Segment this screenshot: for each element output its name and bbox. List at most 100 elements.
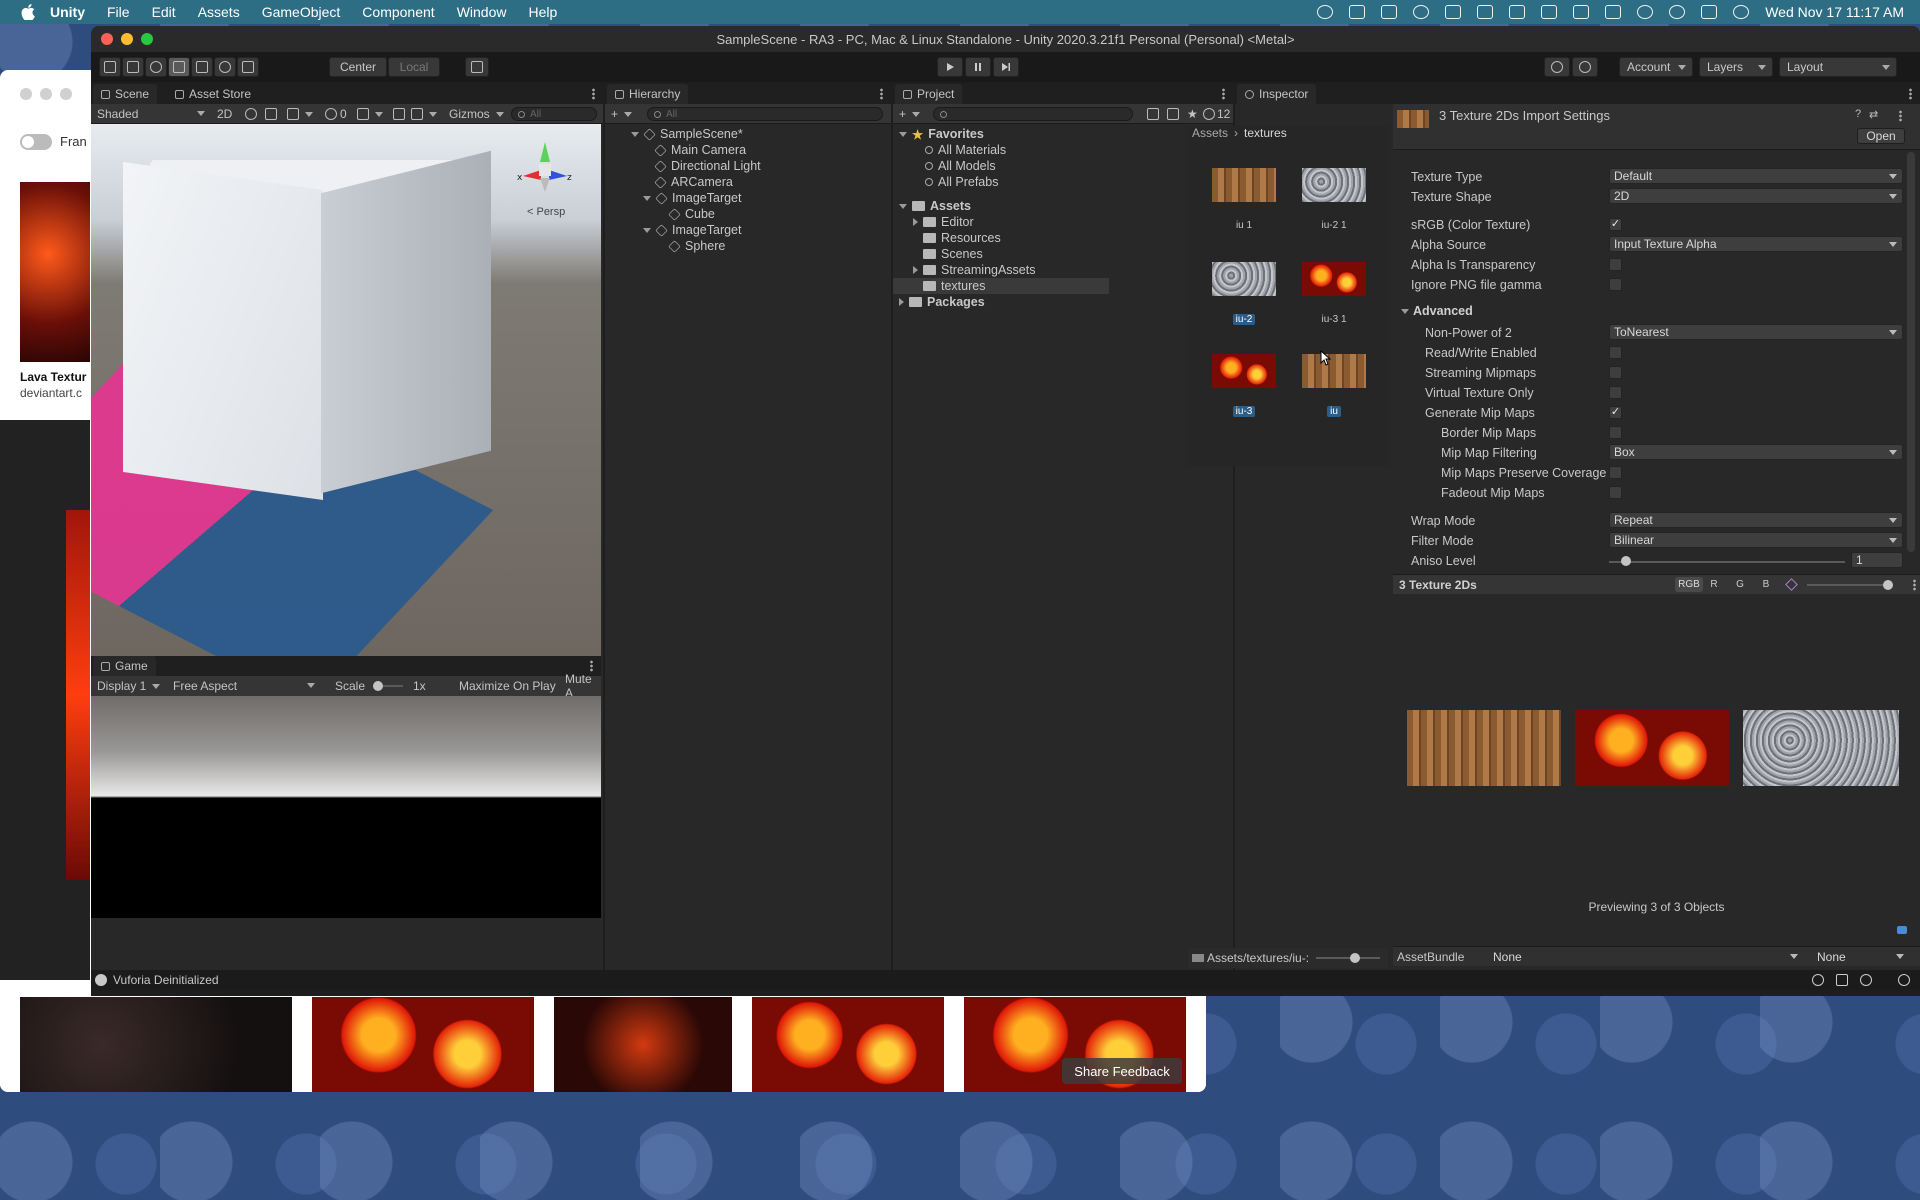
mute-audio-toggle[interactable]: Mute A [561, 672, 601, 700]
ignore-png-gamma-checkbox[interactable] [1609, 278, 1622, 291]
transform-tool-button[interactable] [214, 57, 236, 77]
tab-project[interactable]: Project [895, 84, 963, 104]
game-options-icon[interactable] [590, 660, 593, 672]
texture-thumbnail-iu-3-1[interactable] [1302, 262, 1366, 296]
zoom-window-button[interactable] [141, 33, 153, 45]
tag-icon[interactable] [1897, 926, 1907, 934]
fold-open-icon[interactable] [631, 131, 639, 137]
project-options-icon[interactable] [1222, 88, 1225, 100]
lava-texture-image[interactable] [20, 182, 90, 362]
time-machine-icon[interactable] [1413, 5, 1430, 19]
close-window-button[interactable] [101, 33, 113, 45]
layout-dropdown[interactable]: Layout [1779, 57, 1897, 77]
wifi-off-icon[interactable] [1541, 5, 1558, 19]
folder-streamingassets[interactable]: StreamingAssets [913, 262, 1035, 278]
menu-clock[interactable]: Wed Nov 17 11:17 AM [1765, 4, 1904, 20]
assetbundle-variant-dropdown[interactable]: None [1813, 949, 1909, 965]
scene-viewport[interactable]: x z < Persp [91, 124, 601, 656]
hierarchy-item-main-camera[interactable]: Main Camera [654, 142, 746, 158]
alpha-source-dropdown[interactable]: Input Texture Alpha [1609, 236, 1903, 252]
preserve-coverage-checkbox[interactable] [1609, 466, 1622, 479]
project-create-dropdown[interactable]: + [895, 106, 924, 122]
channel-g-button[interactable]: G [1731, 577, 1749, 592]
effects-dropdown[interactable] [283, 106, 317, 122]
fold-closed-icon[interactable] [899, 298, 904, 306]
mip-level-slider[interactable] [1807, 584, 1893, 586]
folder-editor[interactable]: Editor [913, 214, 974, 230]
wifi-icon[interactable] [1605, 5, 1622, 19]
texture-thumbnail-iu-2[interactable] [1212, 262, 1276, 296]
unity-hub-icon[interactable] [1349, 5, 1366, 19]
search-by-type-button[interactable] [1143, 106, 1163, 122]
pause-button[interactable] [965, 57, 991, 77]
control-center-icon[interactable] [1701, 5, 1718, 19]
hierarchy-item-cube[interactable]: Cube [668, 206, 715, 222]
channel-r-button[interactable]: R [1705, 577, 1723, 592]
read-write-checkbox[interactable] [1609, 346, 1622, 359]
aspect-dropdown[interactable]: Free Aspect [169, 678, 319, 694]
lighting-toggle[interactable] [241, 106, 261, 122]
bug-icon[interactable] [1812, 974, 1824, 986]
cube-object[interactable] [123, 161, 323, 501]
hierarchy-item-directional-light[interactable]: Directional Light [654, 158, 761, 174]
favorites-all-materials[interactable]: All Materials [925, 142, 1006, 158]
scale-tool-button[interactable] [168, 57, 190, 77]
play-button[interactable] [937, 57, 963, 77]
mipmap-filtering-dropdown[interactable]: Box [1609, 444, 1903, 460]
hierarchy-item-arcamera[interactable]: ARCamera [654, 174, 733, 190]
apple-icon[interactable] [20, 4, 36, 20]
account-dropdown[interactable]: Account [1619, 57, 1693, 77]
scale-slider-knob[interactable] [373, 681, 383, 691]
tab-inspector[interactable]: Inspector [1237, 84, 1317, 104]
user-icon[interactable] [1637, 5, 1654, 19]
icon-size-slider[interactable] [1316, 957, 1380, 959]
menu-component[interactable]: Component [362, 4, 434, 20]
texture-shape-dropdown[interactable]: 2D [1609, 188, 1903, 204]
perspective-label[interactable]: < Persp [527, 206, 565, 218]
tab-asset-store[interactable]: Asset Store [167, 84, 259, 104]
rotate-tool-button[interactable] [145, 57, 167, 77]
generate-mipmaps-checkbox[interactable]: ✓ [1609, 406, 1622, 419]
folder-scenes[interactable]: Scenes [923, 246, 983, 262]
scene-options-icon[interactable] [592, 88, 595, 100]
advanced-foldout[interactable]: Advanced [1401, 304, 1473, 318]
folder-resources[interactable]: Resources [923, 230, 1001, 246]
help-icon[interactable]: ? [1855, 108, 1861, 120]
gallery-image[interactable] [20, 997, 292, 1092]
hidden-packages-toggle[interactable]: 12 [1199, 106, 1234, 122]
share-feedback-button[interactable]: Share Feedback [1062, 1058, 1182, 1084]
fadeout-mipmaps-checkbox[interactable] [1609, 486, 1622, 499]
favorites-all-prefabs[interactable]: All Prefabs [925, 174, 998, 190]
inspector-options-icon[interactable] [1909, 88, 1912, 100]
gallery-image[interactable] [554, 997, 732, 1092]
tools-toggle[interactable] [389, 106, 409, 122]
favorites-header[interactable]: ★ Favorites [899, 126, 984, 142]
menu-app-unity[interactable]: Unity [50, 4, 85, 20]
assets-root[interactable]: Assets [899, 198, 971, 214]
browser-toggle-switch[interactable] [20, 134, 52, 150]
spotlight-search-icon[interactable] [1669, 5, 1686, 19]
grid-snap-button[interactable] [465, 57, 489, 77]
image-caption[interactable]: Lava Textur [20, 370, 86, 384]
texture-thumbnail-iu-2-1[interactable] [1302, 168, 1366, 202]
border-mipmaps-checkbox[interactable] [1609, 426, 1622, 439]
hierarchy-search-input[interactable]: All [647, 107, 883, 121]
pivot-center-toggle[interactable]: Center [329, 57, 387, 77]
texture-thumbnail-iu-1[interactable] [1212, 168, 1276, 202]
cloud-icon[interactable] [1381, 5, 1398, 19]
keyboard-icon[interactable] [1445, 5, 1462, 19]
channel-rgb-button[interactable]: RGB [1675, 577, 1703, 592]
hierarchy-item-imagetarget[interactable]: ImageTarget [643, 190, 741, 206]
aniso-level-slider[interactable] [1609, 561, 1845, 563]
hierarchy-options-icon[interactable] [880, 88, 883, 100]
fold-open-icon[interactable] [899, 203, 907, 209]
menu-edit[interactable]: Edit [152, 4, 176, 20]
siri-icon[interactable] [1733, 5, 1750, 19]
step-button[interactable] [993, 57, 1019, 77]
fold-closed-icon[interactable] [913, 266, 918, 274]
bluetooth-icon[interactable] [1509, 5, 1526, 19]
preview-options-icon[interactable] [1913, 579, 1916, 591]
aniso-level-slider-knob[interactable] [1621, 556, 1631, 566]
fold-open-icon[interactable] [1401, 308, 1409, 314]
gallery-image[interactable] [752, 997, 944, 1092]
